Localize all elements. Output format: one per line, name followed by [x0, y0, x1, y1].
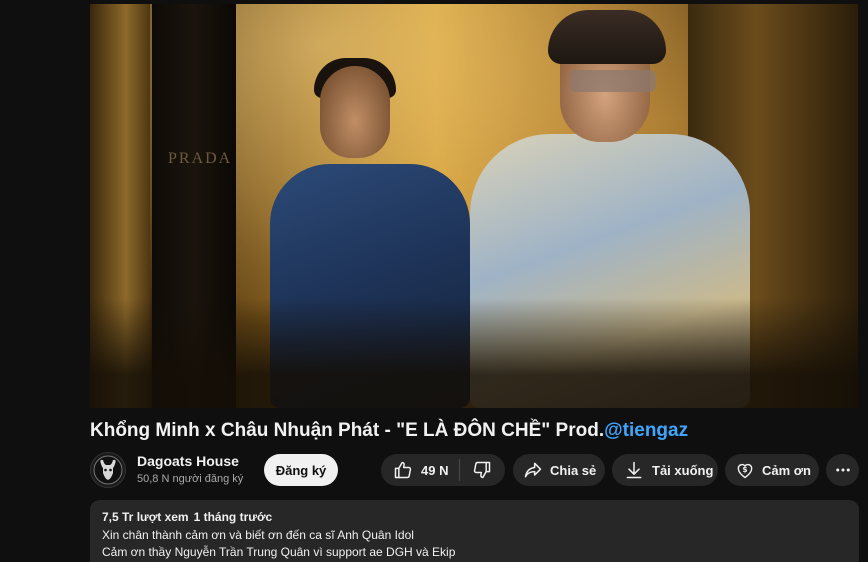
more-actions-button[interactable] — [826, 454, 859, 486]
video-title-text: Khổng Minh x Châu Nhuận Phát - "E LÀ ĐÔN… — [90, 420, 605, 441]
subscriber-count: 50,8 N người đăng ký — [137, 473, 244, 485]
thanks-button[interactable]: $ Cảm ơn — [725, 454, 819, 486]
view-count: 7,5 Tr lượt xem — [102, 510, 189, 524]
svg-text:$: $ — [742, 465, 747, 474]
like-dislike-group: 49 N — [381, 454, 505, 486]
video-frame-person-right-hair — [548, 10, 666, 64]
more-horizontal-icon — [834, 461, 852, 479]
thumbs-up-icon — [393, 460, 413, 480]
watch-page: PRADA Khổng Minh x Châu Nhuận Phát - "E … — [0, 0, 868, 562]
video-frame-sign: PRADA — [168, 150, 233, 167]
download-button[interactable]: Tải xuống — [612, 454, 718, 486]
download-icon — [624, 460, 644, 480]
channel-name[interactable]: Dagoats House — [137, 453, 239, 469]
like-count: 49 N — [421, 462, 449, 478]
description-box[interactable]: 7,5 Tr lượt xem 1 tháng trước Xin chân th… — [90, 500, 859, 562]
download-label: Tải xuống — [652, 462, 714, 478]
goat-logo-icon — [93, 455, 123, 485]
description-line: Cảm ơn thầy Nguyễn Trần Trung Quân vì su… — [102, 545, 456, 559]
share-arrow-icon — [523, 460, 543, 480]
producer-handle-link[interactable]: @tiengaz — [604, 420, 688, 441]
description-line: Xin chân thành cảm ơn và biết ơn đến ca … — [102, 528, 414, 542]
video-title: Khổng Minh x Châu Nhuận Phát - "E LÀ ĐÔN… — [90, 420, 860, 442]
thumbs-down-icon — [472, 460, 492, 480]
like-button[interactable]: 49 N — [381, 454, 459, 486]
channel-avatar[interactable] — [90, 452, 126, 488]
video-player[interactable]: PRADA — [90, 4, 858, 408]
share-button[interactable]: Chia sẻ — [513, 454, 605, 486]
video-frame-sunglasses — [570, 70, 656, 92]
share-label: Chia sẻ — [550, 462, 597, 478]
subscribe-button[interactable]: Đăng ký — [264, 454, 338, 486]
dislike-button[interactable] — [460, 454, 504, 486]
thanks-label: Cảm ơn — [762, 462, 811, 478]
video-frame-person-left-head — [320, 66, 390, 158]
upload-date: 1 tháng trước — [193, 510, 273, 524]
dollar-heart-icon: $ — [735, 460, 755, 480]
description-meta: 7,5 Tr lượt xem 1 tháng trước — [102, 510, 847, 524]
video-frame-shadow — [90, 298, 858, 408]
